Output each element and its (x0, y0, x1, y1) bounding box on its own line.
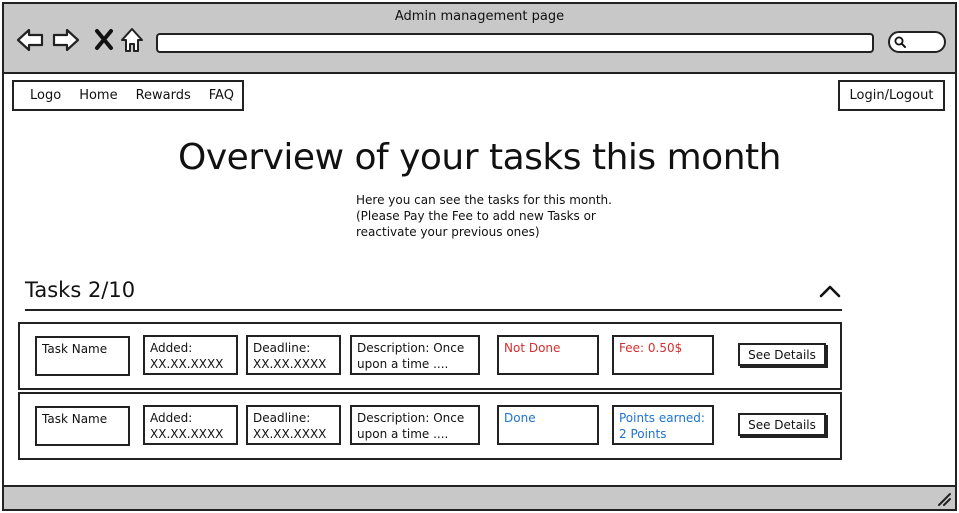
address-bar[interactable] (156, 33, 874, 53)
back-arrow-icon[interactable] (16, 26, 44, 54)
nav-home[interactable]: Home (79, 88, 117, 103)
task-fee-field: Fee: 0.50$ (612, 335, 714, 375)
intro-line: (Please Pay the Fee to add new Tasks or (356, 209, 596, 223)
task-name-field: Task Name (35, 406, 130, 446)
task-description-line: Description: Once (357, 411, 465, 425)
resize-grip-icon[interactable] (935, 490, 951, 506)
task-description-line: upon a time .... (357, 427, 449, 441)
task-points-label: Points earned: (619, 411, 705, 425)
task-added-field: Added: XX.XX.XXXX (143, 335, 238, 375)
close-icon[interactable] (90, 26, 118, 54)
browser-chrome: Admin management page (4, 4, 955, 74)
nav-rewards[interactable]: Rewards (136, 88, 191, 103)
task-row: Task Name Added: XX.XX.XXXX Deadline: XX… (18, 322, 842, 390)
top-navigation: Logo Home Rewards FAQ (12, 80, 244, 111)
task-description-line: upon a time .... (357, 357, 449, 371)
browser-window: Admin management page Logo Home Rewards … (2, 2, 957, 511)
search-box[interactable] (888, 31, 946, 53)
tasks-heading: Tasks 2/10 (25, 278, 136, 302)
page-title: Overview of your tasks this month (178, 137, 781, 178)
status-bar (4, 485, 955, 509)
task-added-date: XX.XX.XXXX (150, 427, 224, 441)
task-added-field: Added: XX.XX.XXXX (143, 405, 238, 445)
task-deadline-label: Deadline: (253, 411, 311, 425)
see-details-button[interactable]: See Details (738, 413, 826, 436)
task-points-field: Points earned: 2 Points (612, 405, 714, 445)
task-name: Task Name (42, 412, 108, 426)
task-row: Task Name Added: XX.XX.XXXX Deadline: XX… (18, 392, 842, 460)
task-status-field: Not Done (497, 335, 599, 375)
task-deadline-date: XX.XX.XXXX (253, 357, 327, 371)
nav-logo[interactable]: Logo (30, 88, 61, 103)
intro-line: Here you can see the tasks for this mont… (356, 193, 612, 207)
task-status: Done (504, 411, 536, 425)
intro-line: reactivate your previous ones) (356, 225, 540, 239)
see-details-button[interactable]: See Details (738, 343, 826, 366)
task-description-field: Description: Once upon a time .... (350, 335, 480, 375)
forward-arrow-icon[interactable] (52, 26, 80, 54)
section-divider (25, 309, 842, 311)
task-points-value: 2 Points (619, 427, 667, 441)
task-deadline-field: Deadline: XX.XX.XXXX (246, 335, 341, 375)
task-fee: Fee: 0.50$ (619, 341, 683, 355)
task-added-label: Added: (150, 411, 193, 425)
task-deadline-label: Deadline: (253, 341, 311, 355)
nav-faq[interactable]: FAQ (209, 88, 234, 103)
task-status-field: Done (497, 405, 599, 445)
task-added-label: Added: (150, 341, 193, 355)
login-logout-button[interactable]: Login/Logout (838, 80, 945, 111)
home-icon[interactable] (118, 26, 146, 54)
search-icon (894, 36, 906, 48)
task-name-field: Task Name (35, 336, 130, 376)
task-description-line: Description: Once (357, 341, 465, 355)
window-title: Admin management page (394, 9, 565, 24)
intro-text: Here you can see the tasks for this mont… (356, 192, 616, 240)
task-added-date: XX.XX.XXXX (150, 357, 224, 371)
task-name: Task Name (42, 342, 108, 356)
chevron-up-icon[interactable] (818, 282, 842, 300)
task-deadline-field: Deadline: XX.XX.XXXX (246, 405, 341, 445)
task-deadline-date: XX.XX.XXXX (253, 427, 327, 441)
task-status: Not Done (504, 341, 561, 355)
task-description-field: Description: Once upon a time .... (350, 405, 480, 445)
